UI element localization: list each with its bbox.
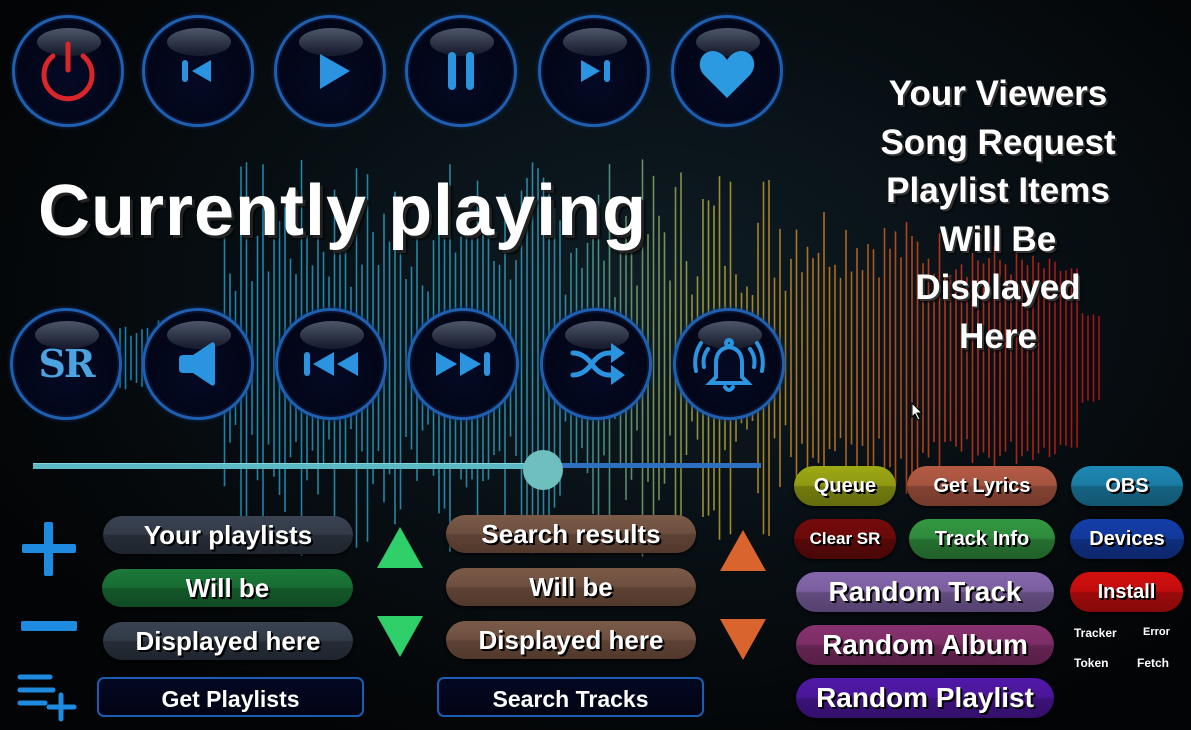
play-icon (320, 54, 350, 89)
fast-forward-button[interactable] (407, 308, 519, 420)
random-album-button[interactable]: Random Album (796, 625, 1054, 665)
playlist-item[interactable]: Will be (102, 569, 353, 607)
playlist-item[interactable]: Your playlists (103, 516, 353, 554)
search-result-item[interactable]: Displayed here (446, 621, 696, 659)
shuffle-icon (570, 343, 625, 385)
progress-elapsed (33, 463, 543, 469)
playlist-scroll-up-icon[interactable] (375, 525, 425, 569)
track-progress-slider[interactable] (33, 450, 761, 490)
pause-button[interactable] (405, 15, 517, 127)
sr-info-line: Will Be (939, 219, 1057, 259)
favorite-button[interactable] (671, 15, 783, 127)
fast-forward-icon (436, 352, 490, 376)
plus-icon[interactable] (20, 520, 78, 578)
power-icon (41, 41, 95, 102)
error-status-label[interactable]: Error (1143, 626, 1170, 638)
clear-song-requests-button[interactable]: Clear SR (794, 519, 896, 559)
random-track-button[interactable]: Random Track (796, 572, 1054, 612)
get-playlists-button[interactable]: Get Playlists (97, 677, 364, 717)
search-result-item[interactable]: Search results (446, 515, 696, 553)
track-info-button[interactable]: Track Info (909, 519, 1055, 559)
rewind-button[interactable] (275, 308, 387, 420)
sr-info-line: Playlist Items (886, 171, 1110, 210)
bell-ringing-icon (693, 338, 765, 392)
search-result-item[interactable]: Will be (446, 568, 696, 606)
skip-next-icon (581, 60, 610, 82)
queue-button[interactable]: Queue (794, 466, 896, 506)
search-scroll-down-icon[interactable] (718, 617, 768, 661)
pause-icon (448, 52, 474, 90)
minus-icon[interactable] (20, 620, 78, 634)
play-button[interactable] (274, 15, 386, 127)
power-button[interactable] (12, 15, 124, 127)
search-tracks-button[interactable]: Search Tracks (437, 677, 704, 717)
sr-text-icon: SR (38, 341, 95, 386)
song-request-list-placeholder: Your Viewers Song Request Playlist Items… (838, 70, 1158, 361)
next-button[interactable] (538, 15, 650, 127)
sr-info-line: Displayed (915, 268, 1081, 307)
now-playing-title: Currently playing (38, 171, 648, 251)
sr-info-line: Song Request (880, 122, 1116, 162)
rewind-icon (304, 352, 358, 376)
mouse-cursor-icon (911, 402, 924, 421)
previous-button[interactable] (142, 15, 254, 127)
sr-info-line: Here (959, 316, 1037, 356)
obs-button[interactable]: OBS (1071, 466, 1183, 506)
playlist-item[interactable]: Displayed here (103, 622, 353, 660)
token-status-label[interactable]: Token (1074, 656, 1108, 670)
install-button[interactable]: Install (1070, 572, 1183, 612)
alerts-button[interactable] (673, 308, 785, 420)
speaker-icon (179, 342, 215, 386)
sr-info-line: Your Viewers (888, 74, 1108, 113)
playlist-add-icon[interactable] (17, 673, 79, 723)
heart-icon (699, 51, 755, 98)
progress-knob[interactable] (522, 450, 563, 490)
devices-button[interactable]: Devices (1070, 519, 1184, 559)
progress-remaining (542, 463, 761, 468)
song-request-button[interactable]: SR (10, 308, 122, 420)
random-playlist-button[interactable]: Random Playlist (796, 678, 1054, 718)
shuffle-button[interactable] (540, 308, 652, 420)
skip-previous-icon (182, 60, 211, 82)
fetch-status-label[interactable]: Fetch (1137, 656, 1169, 670)
volume-button[interactable] (142, 308, 254, 420)
get-lyrics-button[interactable]: Get Lyrics (907, 466, 1057, 506)
tracker-status-label[interactable]: Tracker (1074, 626, 1117, 640)
playlist-scroll-down-icon[interactable] (375, 614, 425, 658)
search-scroll-up-icon[interactable] (718, 528, 768, 572)
